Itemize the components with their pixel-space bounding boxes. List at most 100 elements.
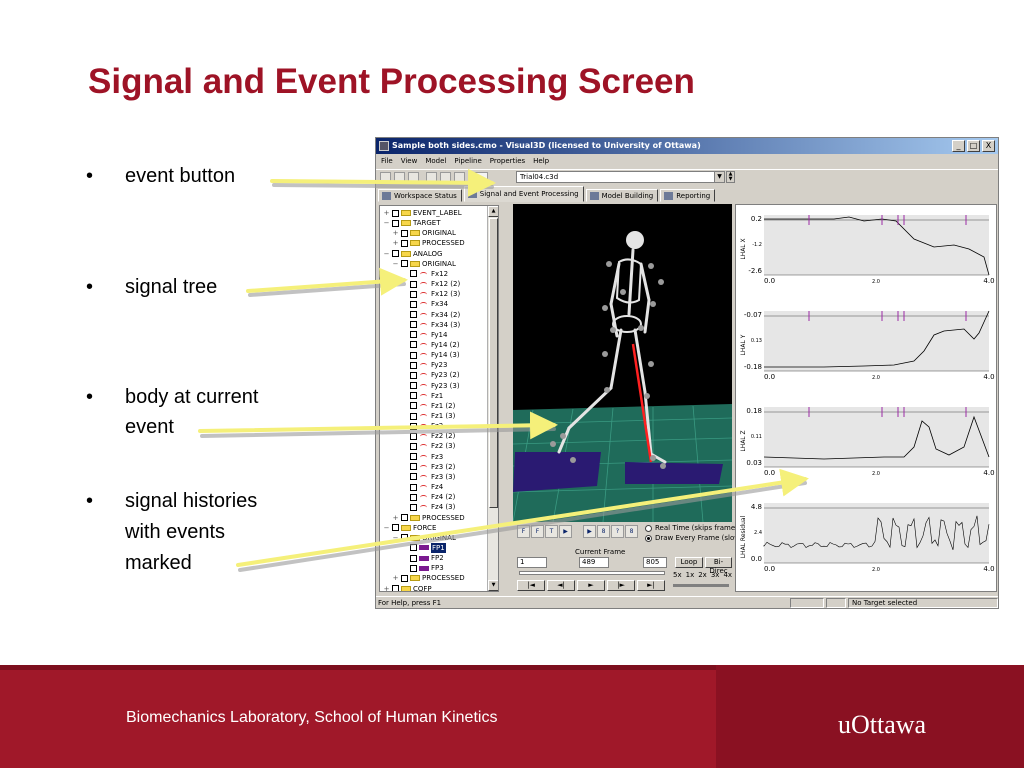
tree-checkbox[interactable]	[410, 331, 417, 339]
tree-checkbox[interactable]	[401, 239, 408, 247]
tree-node-label[interactable]: Fy14 (2)	[431, 340, 460, 350]
tree-node-label[interactable]: PROCESSED	[422, 573, 465, 583]
tree-checkbox[interactable]	[410, 321, 417, 329]
loop-button[interactable]: Loop	[675, 557, 703, 568]
tree-node[interactable]: Fz4	[401, 482, 443, 492]
menu-file[interactable]: File	[381, 155, 393, 168]
tab-workspace-status[interactable]: Workspace Status	[378, 189, 462, 202]
tree-checkbox[interactable]	[410, 341, 417, 349]
tree-checkbox[interactable]	[410, 270, 417, 278]
tree-checkbox[interactable]	[410, 371, 417, 379]
first-frame-button[interactable]: |◄	[517, 580, 545, 591]
tree-node[interactable]: − FORCE	[383, 523, 437, 533]
tree-node-label[interactable]: Fz2	[431, 421, 443, 431]
tree-node[interactable]: Fz2 (3)	[401, 441, 455, 451]
anim-tool-b[interactable]: 8	[597, 525, 610, 538]
tree-checkbox[interactable]	[410, 422, 417, 430]
tree-checkbox[interactable]	[410, 493, 417, 501]
tree-node-label[interactable]: Fy14	[431, 330, 447, 340]
tree-node[interactable]: FP1	[401, 542, 446, 553]
tree-checkbox[interactable]	[410, 453, 417, 461]
speed-4x[interactable]: 4x	[723, 571, 732, 579]
tree-node[interactable]: Fz1 (2)	[401, 401, 455, 411]
tree-node-label[interactable]: Fz3	[431, 452, 443, 462]
copy-icon[interactable]	[454, 172, 465, 183]
tree-node[interactable]: + COFP	[383, 584, 432, 591]
scroll-up-icon[interactable]: ▲	[488, 206, 498, 217]
tree-scrollbar[interactable]: ▲ ▼	[487, 206, 498, 591]
tree-node-label[interactable]: Fx34 (3)	[431, 320, 460, 330]
tree-node[interactable]: FP3	[401, 563, 444, 573]
tree-node-label[interactable]: Fz1	[431, 391, 443, 401]
frame-slider[interactable]	[519, 571, 665, 575]
cut-icon[interactable]	[440, 172, 451, 183]
expander-icon[interactable]: −	[392, 533, 399, 543]
anim-tool-f1[interactable]: F	[517, 525, 530, 538]
tree-node[interactable]: Fz2 (2)	[401, 431, 455, 441]
tab-model-building[interactable]: Model Building	[585, 189, 659, 202]
tree-node-label[interactable]: FP2	[431, 553, 444, 563]
expander-icon[interactable]: −	[383, 249, 390, 259]
radio-dot[interactable]	[645, 534, 652, 542]
tree-node[interactable]: − ORIGINAL	[392, 259, 456, 269]
menu-pipeline[interactable]: Pipeline	[454, 155, 481, 168]
window-titlebar[interactable]: Sample both sides.cmo - Visual3D (licens…	[376, 138, 998, 154]
tree-checkbox[interactable]	[410, 412, 417, 420]
speed-5x[interactable]: 5x	[673, 571, 682, 579]
tree-checkbox[interactable]	[410, 351, 417, 359]
tree-node-label[interactable]: ANALOG	[413, 249, 442, 259]
tree-node-label[interactable]: Fx34	[431, 299, 448, 309]
tree-checkbox[interactable]	[392, 219, 399, 227]
anim-tool-c[interactable]: ?	[611, 525, 624, 538]
signal-tree[interactable]: ▲ ▼ + EVENT_LABEL − TARGET + ORIGINAL + PROCESS…	[379, 205, 499, 592]
expander-icon[interactable]: +	[383, 208, 390, 218]
tree-checkbox[interactable]	[392, 585, 399, 591]
tree-checkbox[interactable]	[392, 250, 399, 258]
tree-checkbox[interactable]	[401, 229, 408, 237]
save-icon[interactable]	[408, 172, 419, 183]
anim-tool-t[interactable]: T	[545, 525, 558, 538]
tree-checkbox[interactable]	[410, 382, 417, 390]
tree-checkbox[interactable]	[410, 554, 417, 562]
menu-properties[interactable]: Properties	[490, 155, 525, 168]
tree-node-label[interactable]: EVENT_LABEL	[413, 208, 462, 218]
menu-view[interactable]: View	[401, 155, 418, 168]
expander-icon[interactable]: −	[383, 218, 390, 228]
tree-checkbox[interactable]	[410, 564, 417, 572]
chevron-down-icon[interactable]: ▼	[714, 172, 724, 182]
step-forward-button[interactable]: |►	[607, 580, 635, 591]
tree-node[interactable]: Fz2	[401, 421, 443, 431]
tree-node[interactable]: + EVENT_LABEL	[383, 208, 462, 218]
tree-node-label[interactable]: Fy23	[431, 360, 447, 370]
tree-node[interactable]: Fx12 (2)	[401, 279, 460, 289]
tree-node-label[interactable]: ORIGINAL	[422, 259, 456, 269]
tree-node[interactable]: Fy14 (3)	[401, 350, 460, 360]
tree-node-label[interactable]: Fz2 (2)	[431, 431, 455, 441]
tree-node-label[interactable]: PROCESSED	[422, 513, 465, 523]
tree-checkbox[interactable]	[410, 280, 417, 288]
tree-node-label[interactable]: TARGET	[413, 218, 441, 228]
tree-node[interactable]: Fy23	[401, 360, 447, 370]
tree-node[interactable]: Fz1	[401, 391, 443, 401]
tree-node-label[interactable]: Fz4	[431, 482, 443, 492]
anim-tool-d[interactable]: 8	[625, 525, 638, 538]
tree-node-label[interactable]: Fx34 (2)	[431, 310, 460, 320]
tree-node-label[interactable]: ORIGINAL	[422, 228, 456, 238]
expander-icon[interactable]: +	[392, 513, 399, 523]
anim-tool-a[interactable]: ▶	[583, 525, 596, 538]
tree-checkbox[interactable]	[410, 392, 417, 400]
tree-node[interactable]: Fz4 (3)	[401, 502, 455, 512]
start-frame-field[interactable]: 1	[517, 557, 547, 568]
tree-node[interactable]: − TARGET	[383, 218, 441, 228]
3d-viewport[interactable]	[513, 204, 732, 522]
open-icon[interactable]	[394, 172, 405, 183]
tab-signal-event-processing[interactable]: Signal and Event Processing	[463, 186, 584, 202]
tree-node[interactable]: Fy14	[401, 330, 447, 340]
tab-reporting[interactable]: Reporting	[660, 189, 716, 202]
anim-tool-f2[interactable]: F	[531, 525, 544, 538]
tree-checkbox[interactable]	[410, 290, 417, 298]
end-frame-field[interactable]: 805	[643, 557, 667, 568]
tree-checkbox[interactable]	[410, 442, 417, 450]
tree-checkbox[interactable]	[410, 300, 417, 308]
tree-checkbox[interactable]	[410, 463, 417, 471]
